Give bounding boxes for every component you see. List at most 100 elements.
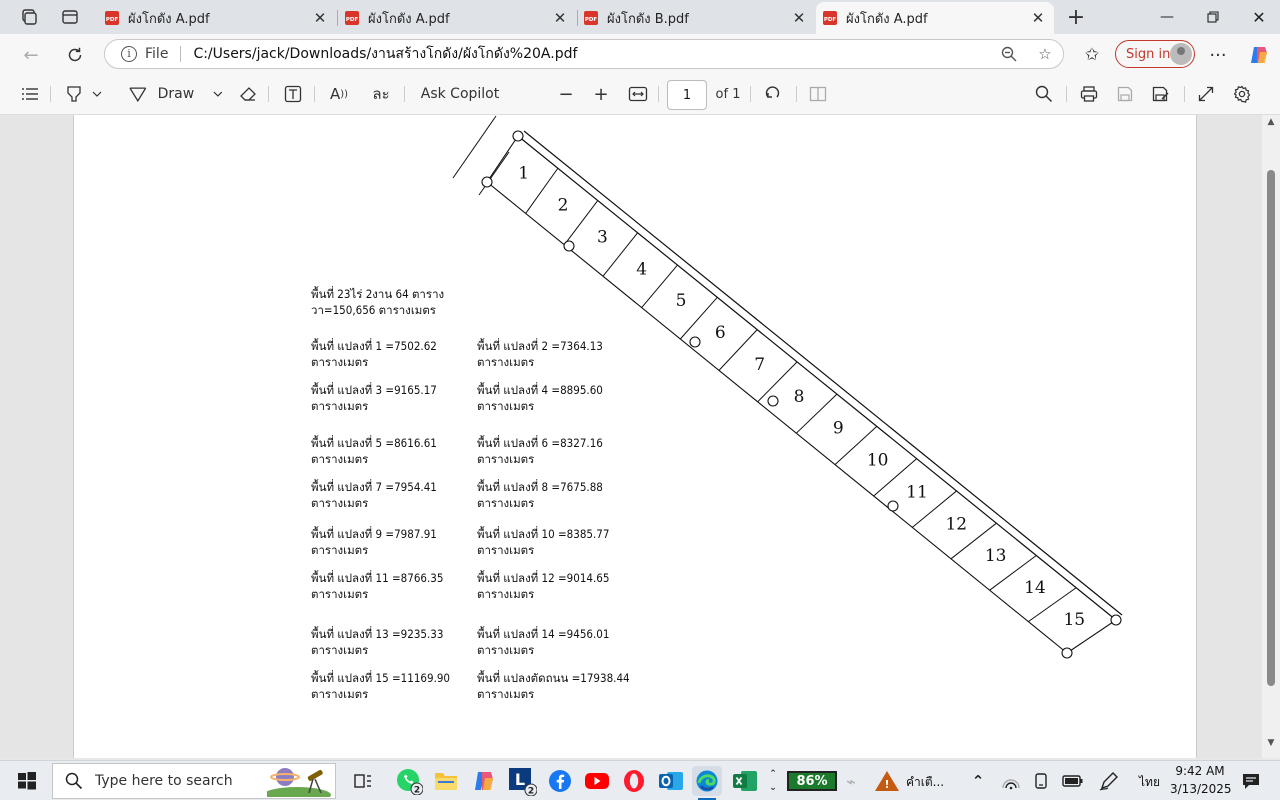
zoom-icon[interactable] bbox=[991, 46, 1027, 62]
facebook-icon[interactable] bbox=[545, 766, 575, 796]
restore-icon[interactable] bbox=[1190, 0, 1236, 34]
input-language[interactable]: ไทย bbox=[1139, 773, 1160, 792]
contents-icon[interactable] bbox=[18, 82, 42, 106]
notifications-icon[interactable] bbox=[1236, 766, 1266, 796]
tab-pdf-3[interactable]: PDF ผังโกดัง B.pdf ✕ bbox=[577, 2, 815, 34]
network-icon[interactable] bbox=[1026, 766, 1056, 796]
zoom-in-icon[interactable]: + bbox=[589, 82, 613, 106]
close-icon[interactable]: ✕ bbox=[310, 8, 330, 28]
page-view-icon[interactable] bbox=[806, 82, 830, 106]
show-hidden-icons-icon[interactable]: ⌃ bbox=[963, 766, 993, 796]
taskbar-scroll-icon[interactable]: ⌃ ⌄ bbox=[766, 766, 780, 796]
scrollbar-thumb[interactable] bbox=[1267, 170, 1275, 686]
battery-icon[interactable] bbox=[1058, 766, 1088, 796]
plot-divider-line bbox=[563, 200, 599, 246]
weather-warning-icon[interactable]: ! bbox=[872, 766, 902, 796]
file-explorer-icon[interactable] bbox=[431, 766, 461, 796]
url-text[interactable]: C:/Users/jack/Downloads/งานสร้างโกดัง/ผั… bbox=[193, 43, 991, 65]
scroll-up-icon[interactable]: ▲ bbox=[1265, 117, 1277, 127]
page-number-input[interactable]: 1 bbox=[667, 80, 707, 110]
plot-area-label: พื้นที่ แปลงที่ 11 =8766.35 bbox=[311, 571, 444, 585]
svg-text:PDF: PDF bbox=[824, 17, 837, 23]
tab-actions-icon[interactable] bbox=[58, 6, 82, 28]
settings-gear-icon[interactable] bbox=[1230, 82, 1254, 106]
plot-number-label: 11 bbox=[906, 482, 928, 502]
refresh-icon[interactable] bbox=[62, 42, 88, 68]
text-box-icon[interactable] bbox=[281, 82, 305, 106]
tab-pdf-active[interactable]: PDF ผังโกดัง A.pdf ✕ bbox=[816, 2, 1054, 34]
pen-icon[interactable] bbox=[1094, 766, 1124, 796]
battery-indicator[interactable]: 86% bbox=[787, 771, 837, 791]
close-icon[interactable]: ✕ bbox=[1028, 8, 1048, 28]
opera-icon[interactable] bbox=[619, 766, 649, 796]
copilot-icon[interactable] bbox=[1246, 42, 1272, 68]
taskbar-search-box[interactable]: Type here to search bbox=[52, 763, 336, 799]
tab-title: ผังโกดัง A.pdf bbox=[128, 11, 210, 27]
zoom-out-icon[interactable]: − bbox=[554, 82, 578, 106]
favorite-star-icon[interactable]: ☆ bbox=[1027, 45, 1063, 63]
plot-area-entry: พื้นที่ แปลงที่ 4 =8895.60 ตารางเมตร bbox=[477, 382, 603, 414]
excel-icon[interactable] bbox=[730, 766, 760, 796]
plot-area-label: พื้นที่ แปลงที่ 8 =7675.88 bbox=[477, 480, 603, 494]
ask-copilot-button[interactable]: Ask Copilot bbox=[420, 82, 500, 106]
sign-in-button[interactable]: Sign in bbox=[1115, 40, 1195, 68]
plot-area-label: พื้นที่ แปลงที่ 14 =9456.01 bbox=[477, 627, 610, 641]
clock-date[interactable]: 3/13/2025 bbox=[1170, 782, 1232, 796]
plot-area-label: พื้นที่ แปลงที่ 9 =7987.91 bbox=[311, 527, 437, 541]
plot-area-unit: ตารางเมตร bbox=[311, 643, 369, 657]
weather-text[interactable]: คำเตื... bbox=[906, 773, 944, 792]
windows-start-icon[interactable] bbox=[12, 766, 42, 796]
close-window-icon[interactable]: ✕ bbox=[1236, 0, 1280, 34]
line-app-icon[interactable]: L2 bbox=[507, 766, 537, 796]
tab-pdf-1[interactable]: PDF ผังโกดัง A.pdf ✕ bbox=[98, 2, 336, 34]
pdf-viewer[interactable]: 1 2 3 4 5 6 7 8 9 10 11 12 13 14 15 พื้นที่ 23ไร่ 2งาน… bbox=[0, 115, 1280, 758]
fit-width-icon[interactable] bbox=[626, 82, 650, 106]
page-total-label: of 1 bbox=[715, 86, 741, 102]
clock-time[interactable]: 9:42 AM bbox=[1172, 764, 1228, 778]
address-bar[interactable]: i File C:/Users/jack/Downloads/งานสร้างโ… bbox=[104, 39, 1064, 69]
road-edge-line bbox=[523, 130, 1123, 616]
plot-area-entry: พื้นที่ แปลงที่ 6 =8327.16 ตารางเมตร bbox=[477, 435, 603, 467]
save-as-icon[interactable] bbox=[1149, 82, 1173, 106]
vertical-scrollbar[interactable]: ▲ ▼ bbox=[1262, 115, 1280, 758]
file-label: File bbox=[145, 46, 169, 62]
plot-area-unit: ตารางเมตร bbox=[311, 543, 369, 557]
back-icon[interactable]: ← bbox=[18, 42, 44, 68]
close-icon[interactable]: ✕ bbox=[550, 8, 570, 28]
draw-button[interactable]: Draw bbox=[128, 82, 224, 106]
info-icon[interactable]: i bbox=[121, 46, 137, 62]
eraser-icon[interactable] bbox=[236, 82, 260, 106]
fullscreen-icon[interactable] bbox=[1194, 82, 1218, 106]
search-icon[interactable] bbox=[1032, 82, 1056, 106]
whatsapp-badge: 2 bbox=[414, 786, 420, 796]
minimize-icon[interactable]: — bbox=[1144, 0, 1190, 34]
new-tab-icon[interactable]: + bbox=[1064, 5, 1088, 30]
highlight-icon[interactable] bbox=[60, 82, 108, 106]
plot-area-label: พื้นที่ แปลงที่ 5 =8616.61 bbox=[311, 436, 437, 450]
page-number: 1 bbox=[682, 87, 692, 103]
rotate-icon[interactable] bbox=[761, 82, 785, 106]
edge-icon[interactable] bbox=[692, 766, 722, 800]
outlook-icon[interactable] bbox=[656, 766, 686, 796]
scroll-down-icon[interactable]: ▼ bbox=[1265, 738, 1277, 748]
translate-icon[interactable]: ละ bbox=[368, 82, 394, 106]
plot-area-unit: ตารางเมตร bbox=[477, 355, 535, 369]
plot-area-entry: พื้นที่ แปลงที่ 12 =9014.65 ตารางเมตร bbox=[477, 570, 609, 602]
wifi-icon[interactable] bbox=[996, 766, 1026, 796]
copilot-taskbar-icon[interactable] bbox=[469, 766, 499, 796]
tab-pdf-2[interactable]: PDF ผังโกดัง A.pdf ✕ bbox=[338, 2, 576, 34]
tab-title: ผังโกดัง B.pdf bbox=[607, 11, 689, 27]
close-icon[interactable]: ✕ bbox=[789, 8, 809, 28]
ask-copilot-label: Ask Copilot bbox=[420, 86, 500, 102]
save-icon[interactable] bbox=[1113, 82, 1137, 106]
favorites-icon[interactable]: ✩ bbox=[1079, 42, 1105, 68]
more-icon[interactable]: ··· bbox=[1205, 42, 1231, 68]
workspaces-icon[interactable] bbox=[17, 6, 41, 28]
print-icon[interactable] bbox=[1077, 82, 1101, 106]
youtube-icon[interactable] bbox=[582, 766, 612, 796]
boundary-line bbox=[478, 151, 510, 196]
survey-marker bbox=[481, 176, 493, 188]
task-view-icon[interactable] bbox=[348, 766, 378, 796]
read-aloud-icon[interactable]: A)) bbox=[326, 82, 352, 106]
whatsapp-icon[interactable]: 2 bbox=[394, 766, 424, 796]
